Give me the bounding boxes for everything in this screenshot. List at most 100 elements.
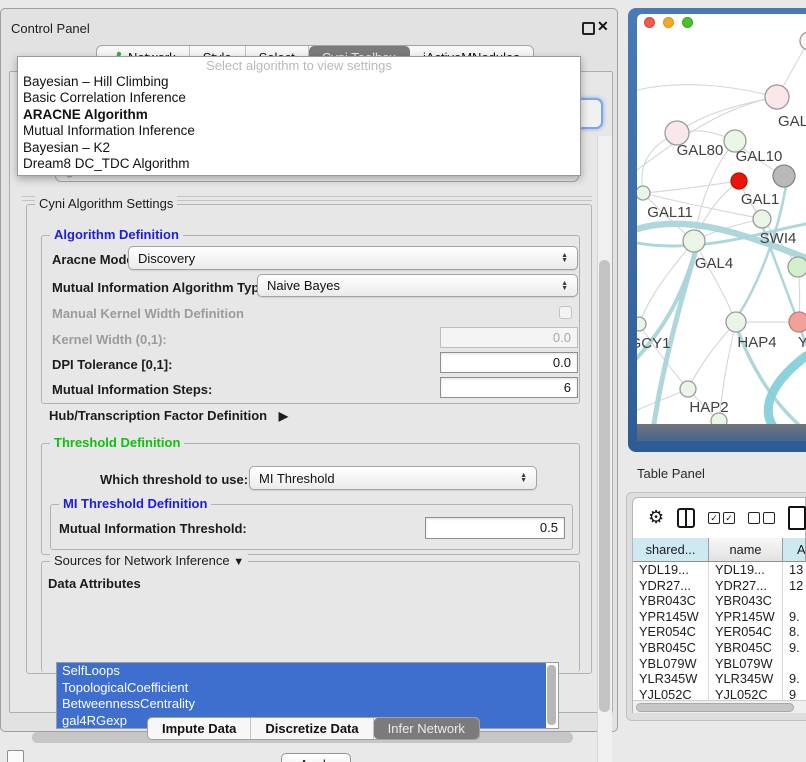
kernel-width-field[interactable]: 0.0	[440, 327, 578, 348]
mi-threshold-field[interactable]: 0.5	[425, 517, 565, 539]
network-node[interactable]	[800, 32, 806, 50]
table-cell[interactable]: YJL052C	[633, 687, 709, 700]
mi-algorithm-type-select[interactable]: Naive Bayes ▲▼	[257, 274, 578, 297]
table-row[interactable]: YBR045CYBR045C9.	[633, 640, 806, 656]
columns-icon[interactable]	[677, 508, 695, 528]
tab-discretize-data[interactable]: Discretize Data	[251, 718, 373, 739]
select-all-columns-icon[interactable]: ✓ ✓	[708, 512, 735, 524]
sources-title: Sources for Network Inference	[54, 553, 230, 568]
network-node[interactable]	[726, 312, 746, 332]
network-node[interactable]	[680, 381, 696, 397]
table-row[interactable]: YLR345WYLR345W9.	[633, 671, 806, 687]
network-node[interactable]	[753, 210, 771, 228]
table-cell[interactable]: YBR045C	[709, 640, 783, 656]
gear-icon[interactable]: ⚙	[648, 507, 664, 528]
attribute-list-item[interactable]: TopologicalCoefficient	[57, 680, 546, 697]
table-cell[interactable]: YER054C	[633, 624, 709, 640]
attribute-list-item[interactable]: BetweennessCentrality	[57, 696, 546, 713]
column-header-name[interactable]: name	[709, 538, 783, 562]
dpi-tolerance-field[interactable]: 0.0	[440, 352, 578, 373]
attribute-list-item[interactable]: SelfLoops	[57, 663, 546, 680]
mi-steps-field[interactable]: 6	[440, 377, 578, 398]
list-scrollbar-thumb[interactable]	[547, 665, 556, 725]
zoom-traffic-light[interactable]	[682, 17, 693, 28]
group-title: Algorithm Definition	[50, 227, 183, 242]
tab-impute-data[interactable]: Impute Data	[148, 718, 251, 739]
table-cell[interactable]: YBR043C	[633, 593, 709, 609]
network-node-label: GAL1	[741, 191, 779, 208]
network-node[interactable]	[637, 317, 646, 331]
table-cell[interactable]: YER054C	[709, 624, 783, 640]
apply-button[interactable]: Apply	[281, 753, 351, 762]
network-node[interactable]	[637, 186, 650, 200]
inference-algorithm-select-fragment[interactable]	[579, 98, 603, 129]
table-cell[interactable]: YLR345W	[709, 671, 783, 687]
network-node[interactable]	[765, 85, 789, 109]
network-window-titlebar[interactable]	[637, 14, 806, 30]
column-header-shared-name[interactable]: shared...	[633, 538, 709, 562]
collapse-down-icon[interactable]: ▼	[233, 556, 244, 568]
table-cell[interactable]: YDL19...	[633, 562, 709, 578]
table-cell[interactable]: YPR145W	[633, 609, 709, 625]
network-edge	[694, 241, 736, 322]
table-cell[interactable]: YDR27...	[633, 578, 709, 594]
table-cell[interactable]: YBL079W	[633, 656, 709, 672]
table-cell[interactable]: YDR27...	[709, 578, 783, 594]
table-cell[interactable]	[783, 593, 806, 609]
sources-group: Sources for Network Inference ▼ Data Att…	[41, 561, 580, 672]
algorithm-option[interactable]: ARACNE Algorithm	[18, 107, 580, 123]
minimized-panel-icon[interactable]	[7, 750, 24, 762]
aracne-mode-select[interactable]: Discovery ▲▼	[128, 246, 578, 270]
tab-infer-network[interactable]: Infer Network	[374, 718, 479, 739]
panel-title: Control Panel	[11, 21, 90, 36]
vertical-scrollbar-thumb[interactable]	[599, 260, 610, 712]
unselect-all-columns-icon[interactable]	[748, 512, 775, 524]
table-cell[interactable]: 9.	[783, 609, 806, 625]
table-row[interactable]: YDR27...YDR27...12	[633, 578, 806, 594]
which-threshold-select[interactable]: MI Threshold ▲▼	[249, 466, 537, 490]
table-cell[interactable]: YLR345W	[633, 671, 709, 687]
network-node[interactable]	[788, 257, 806, 277]
table-row[interactable]: YBL079WYBL079W	[633, 656, 806, 672]
network-node[interactable]	[683, 230, 705, 252]
table-scrollbar-thumb[interactable]	[636, 703, 794, 712]
table-cell[interactable]: YBR045C	[633, 640, 709, 656]
float-window-icon[interactable]	[582, 22, 595, 35]
network-canvas[interactable]: GAL80GAL10GAL1GAL11SWI4GAL4GCY1HAP4HAP2G…	[637, 30, 806, 424]
table-row[interactable]: YDL19...YDL19...13	[633, 562, 806, 578]
table-cell[interactable]: 12	[783, 578, 806, 594]
close-icon[interactable]: ✕	[597, 18, 609, 35]
table-scrollbar[interactable]	[633, 700, 806, 713]
algorithm-option[interactable]: Dream8 DC_TDC Algorithm	[18, 156, 580, 172]
table-row[interactable]: YPR145WYPR145W9.	[633, 609, 806, 625]
manual-kernel-checkbox[interactable]	[559, 306, 572, 319]
table-cell[interactable]: YBL079W	[709, 656, 783, 672]
close-traffic-light[interactable]	[644, 17, 655, 28]
table-cell[interactable]	[783, 656, 806, 672]
table-cell[interactable]: 9.	[783, 640, 806, 656]
table-cell[interactable]: 9	[783, 687, 806, 700]
network-node[interactable]	[773, 165, 795, 187]
table-cell[interactable]: 8.	[783, 624, 806, 640]
table-row[interactable]: YBR043CYBR043C	[633, 593, 806, 609]
table-cell[interactable]: 9.	[783, 671, 806, 687]
table-cell[interactable]: YJL052C	[709, 687, 783, 700]
algorithm-option[interactable]: Mutual Information Inference	[18, 123, 580, 139]
table-cell[interactable]: YDL19...	[709, 562, 783, 578]
table-header: shared... name A	[633, 538, 806, 562]
column-header-partial[interactable]: A	[783, 538, 806, 562]
table-cell[interactable]: YPR145W	[709, 609, 783, 625]
algorithm-option[interactable]: Bayesian – K2	[18, 140, 580, 156]
hub-definition-toggle[interactable]: Hub/Transcription Factor Definition ▶	[49, 408, 288, 423]
table-row[interactable]: YER054CYER054C8.	[633, 624, 806, 640]
algorithm-option[interactable]: Bayesian – Hill Climbing	[18, 74, 580, 90]
algorithm-option[interactable]: Basic Correlation Inference	[18, 90, 580, 106]
network-edge	[637, 85, 777, 97]
table-row[interactable]: YJL052CYJL052C9	[633, 687, 806, 700]
network-node[interactable]	[731, 173, 747, 189]
table-cell[interactable]: 13	[783, 562, 806, 578]
minimize-traffic-light[interactable]	[663, 17, 674, 28]
export-table-icon[interactable]	[788, 506, 806, 530]
network-node[interactable]	[789, 312, 806, 332]
table-cell[interactable]: YBR043C	[709, 593, 783, 609]
